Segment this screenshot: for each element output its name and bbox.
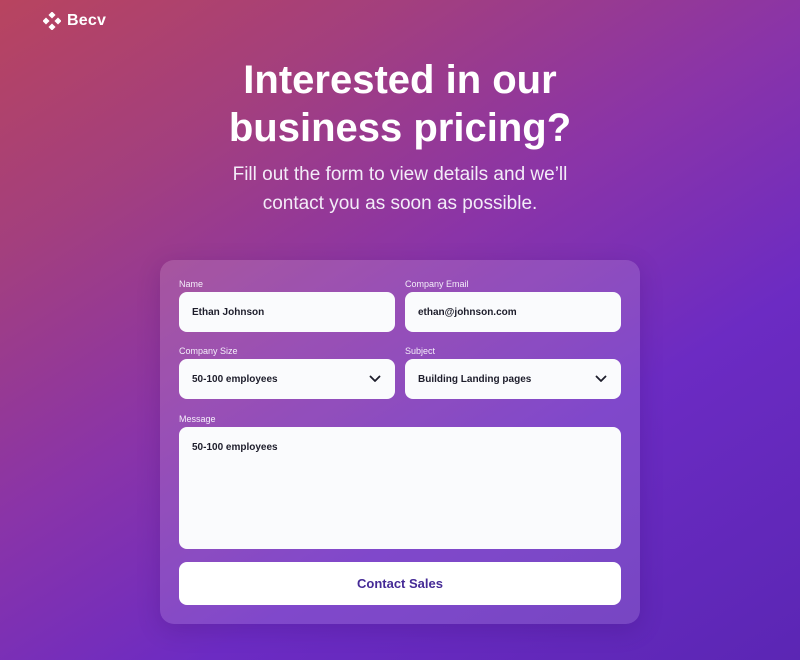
page-title: Interested in our business pricing? — [0, 56, 800, 152]
subject-select[interactable]: Building Landing pages — [405, 359, 621, 399]
message-label: Message — [179, 414, 216, 424]
brand[interactable]: Becv — [43, 11, 106, 31]
email-input[interactable]: ethan@johnson.com — [405, 292, 621, 332]
page-subtitle-line-1: Fill out the form to view details and we… — [232, 164, 568, 185]
email-input-value: ethan@johnson.com — [418, 306, 517, 318]
contact-sales-button[interactable]: Contact Sales — [179, 562, 621, 605]
name-label: Name — [179, 279, 204, 289]
chevron-down-icon — [595, 375, 607, 382]
company-size-label: Company Size — [179, 346, 238, 356]
company-size-value: 50-100 employees — [192, 373, 278, 385]
company-size-select[interactable]: 50-100 employees — [179, 359, 395, 399]
page-title-line-1: Interested in our — [243, 58, 557, 102]
message-textarea[interactable]: 50-100 employees — [179, 427, 621, 549]
message-value: 50-100 employees — [192, 442, 278, 453]
page-subtitle-line-2: contact you as soon as possible. — [262, 193, 538, 214]
email-label: Company Email — [405, 279, 469, 289]
name-input-value: Ethan Johnson — [192, 306, 265, 318]
page-subtitle: Fill out the form to view details and we… — [0, 160, 800, 218]
brand-name: Becv — [67, 12, 107, 29]
name-input[interactable]: Ethan Johnson — [179, 292, 395, 332]
contact-form: Name Ethan Johnson Company Email ethan@j… — [160, 260, 640, 624]
diamond-grid-icon — [43, 12, 61, 30]
subject-label: Subject — [405, 346, 436, 356]
page-title-line-2: business pricing? — [228, 106, 572, 150]
subject-value: Building Landing pages — [418, 373, 532, 385]
chevron-down-icon — [369, 375, 381, 382]
